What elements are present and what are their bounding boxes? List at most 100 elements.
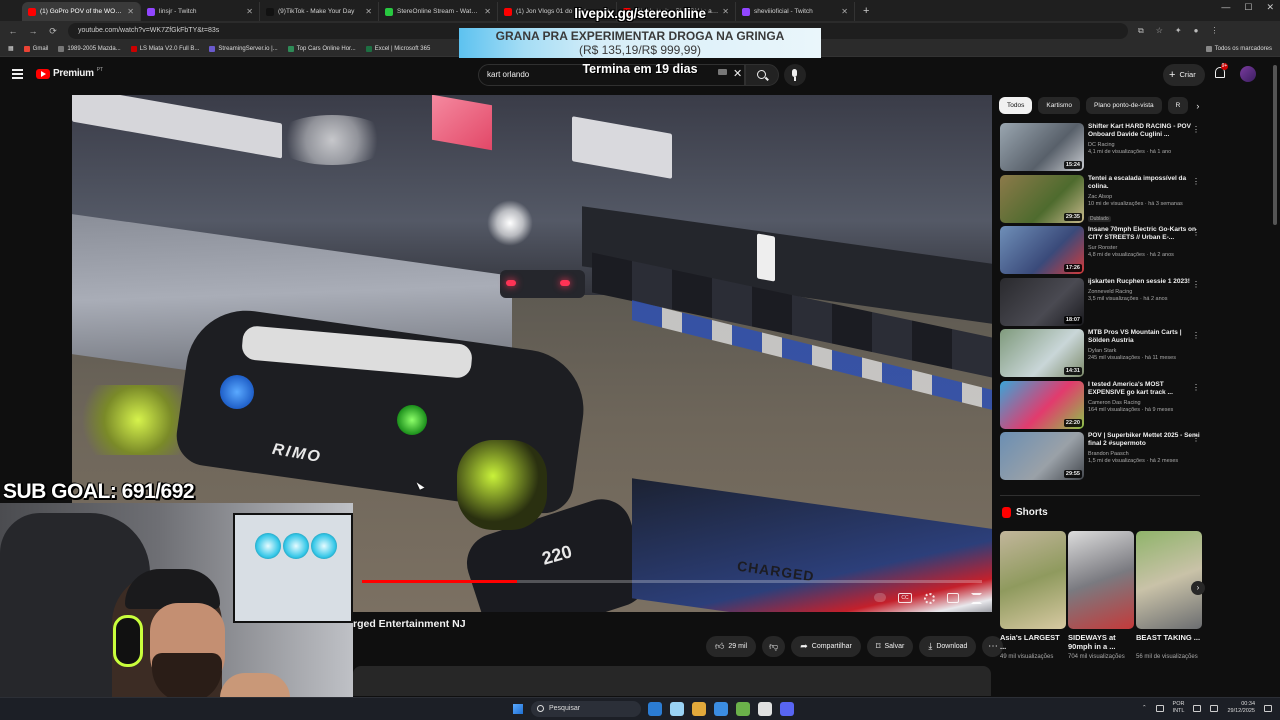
recommended-video[interactable]: 17:26 Insane 70mph Electric Go-Karts on C… <box>1000 226 1200 278</box>
forward-icon[interactable]: → <box>28 26 38 36</box>
browser-tab[interactable]: StereOnline Stream - Watch Li ✕ <box>379 2 498 21</box>
tab-close-icon[interactable]: ✕ <box>127 7 134 16</box>
channel-name[interactable]: Brandon Paasch <box>1088 451 1200 457</box>
browser-tab[interactable]: (9)TikTok - Make Your Day ✕ <box>260 2 379 21</box>
video-thumbnail[interactable]: 29:35 <box>1000 174 1084 223</box>
maximize-icon[interactable]: ☐ <box>1244 2 1252 13</box>
like-button[interactable]: 👍︎ 29 mil <box>706 636 757 657</box>
recommended-video[interactable]: 14:31 MTB Pros VS Mountain Carts | Sölden… <box>1000 329 1200 381</box>
channel-name[interactable]: Cameron Das Racing <box>1088 400 1200 406</box>
bookmark-item[interactable]: LS Miata V2.0 Full B... <box>130 45 199 52</box>
bookmark-item[interactable]: Gmail <box>23 45 48 52</box>
bookmark-item[interactable]: StreamingServer.io |... <box>209 45 278 52</box>
video-thumbnail[interactable]: 29:55 <box>1000 432 1084 480</box>
language-indicator[interactable]: POR INTL <box>1173 701 1185 715</box>
video-title[interactable]: Shifter Kart HARD RACING - POV Onboard D… <box>1088 123 1200 139</box>
video-title[interactable]: Tentei a escalada impossível da colina. <box>1088 175 1200 191</box>
back-icon[interactable]: ← <box>8 26 18 36</box>
autoplay-toggle[interactable] <box>874 593 886 602</box>
page-scrollbar[interactable] <box>1273 65 1277 225</box>
download-button[interactable]: ⤓ Download <box>919 636 977 657</box>
avatar[interactable] <box>1240 66 1256 82</box>
taskbar-app-icon[interactable] <box>648 702 662 716</box>
taskbar-app-icon[interactable] <box>780 702 794 716</box>
tab-close-icon[interactable]: ✕ <box>246 7 253 16</box>
video-title[interactable]: MTB Pros VS Mountain Carts | Sölden Aust… <box>1088 329 1200 345</box>
video-thumbnail[interactable]: 18:07 <box>1000 277 1084 326</box>
notification-center-icon[interactable] <box>1264 704 1272 712</box>
save-button[interactable]: ⌑ Salvar <box>866 636 914 657</box>
channel-name[interactable]: DC Racing <box>1088 142 1200 148</box>
bookmark-star-icon[interactable]: ☆ <box>1156 26 1163 36</box>
channel-name[interactable]: rged Entertainment NJ <box>353 618 466 630</box>
network-icon[interactable] <box>1155 704 1164 712</box>
theater-mode-icon[interactable] <box>947 593 959 603</box>
browser-tab[interactable]: (1) GoPro POV of the WORLD'S✕ <box>22 2 141 21</box>
recommended-video[interactable]: 22:20 I tested America's MOST EXPENSIVE g… <box>1000 380 1200 433</box>
filter-chip[interactable]: Kartismo <box>1038 97 1081 114</box>
tab-close-icon[interactable]: ✕ <box>365 7 372 16</box>
chevron-right-icon[interactable]: › <box>1196 101 1199 111</box>
taskbar-app-icon[interactable] <box>692 702 706 716</box>
bookmark-item[interactable]: Todos os marcadores <box>1205 45 1272 52</box>
more-options-icon[interactable]: ⋮ <box>1192 125 1200 134</box>
filter-chip[interactable]: Plano ponto-de-vista <box>1086 97 1162 114</box>
volume-icon[interactable] <box>1210 704 1219 712</box>
video-title[interactable]: I tested America's MOST EXPENSIVE go kar… <box>1088 381 1200 397</box>
taskbar-app-icon[interactable] <box>670 702 684 716</box>
recommended-video[interactable]: 15:24 Shifter Kart HARD RACING - POV Onbo… <box>1000 123 1200 175</box>
bookmark-item[interactable]: Excel | Microsoft 365 <box>365 45 430 52</box>
more-options-icon[interactable]: ⋮ <box>1192 228 1200 237</box>
taskbar-search[interactable]: Pesquisar <box>531 701 641 717</box>
tab-close-icon[interactable]: ✕ <box>841 7 848 16</box>
recommended-video[interactable]: 29:35 Tentei a escalada impossível da col… <box>1000 174 1200 227</box>
settings-icon[interactable] <box>924 593 935 604</box>
filter-chip[interactable]: R <box>1167 97 1189 114</box>
share-button[interactable]: ➦ Compartilhar <box>791 636 861 657</box>
short-title[interactable]: Asia's LARGEST ... <box>1000 633 1066 651</box>
more-options-icon[interactable]: ⋮ <box>1192 434 1200 443</box>
description-box[interactable] <box>353 666 991 696</box>
video-thumbnail[interactable]: 17:26 <box>1000 226 1084 274</box>
video-title[interactable]: POV | Superbiker Mettet 2025 - Semi fina… <box>1088 432 1200 448</box>
taskbar-app-icon[interactable] <box>714 702 728 716</box>
channel-name[interactable]: Zac Alsop <box>1088 194 1200 200</box>
recommended-video[interactable]: 29:55 POV | Superbiker Mettet 2025 - Semi… <box>1000 432 1200 484</box>
menu-icon[interactable] <box>12 69 23 79</box>
tab-close-icon[interactable]: ✕ <box>484 7 491 16</box>
more-options-icon[interactable]: ⋮ <box>1192 177 1200 186</box>
reload-icon[interactable]: ⟳ <box>48 26 58 37</box>
bookmark-item[interactable]: 1989-2005 Mazda... <box>58 45 121 52</box>
short-item[interactable]: BEAST TAKING ... 56 mil de visualizações <box>1136 531 1202 660</box>
short-item[interactable]: SIDEWAYS at 90mph in a ... 704 mil visual… <box>1068 531 1134 660</box>
extensions-icon[interactable]: ✦ <box>1175 26 1182 36</box>
video-thumbnail[interactable]: 15:24 <box>1000 123 1084 171</box>
browser-menu-icon[interactable]: ⋮ <box>1210 26 1218 36</box>
channel-name[interactable]: Zonneveld Racing <box>1088 289 1200 295</box>
more-options-icon[interactable]: ⋮ <box>1192 331 1200 340</box>
minimize-icon[interactable]: — <box>1221 2 1230 13</box>
short-title[interactable]: BEAST TAKING ... <box>1136 633 1202 651</box>
youtube-logo[interactable]: Premium PT <box>36 67 103 79</box>
install-icon[interactable]: ⧉ <box>1138 26 1144 36</box>
apps-grid-icon[interactable]: ▦ <box>8 45 14 52</box>
short-title[interactable]: SIDEWAYS at 90mph in a ... <box>1068 633 1134 651</box>
wifi-icon[interactable] <box>1193 704 1202 712</box>
video-title[interactable]: Insane 70mph Electric Go-Karts on CITY S… <box>1088 226 1200 242</box>
bookmark-item[interactable]: Top Cars Online Hor... <box>287 45 356 52</box>
dislike-button[interactable]: 👎︎ <box>762 636 786 657</box>
close-window-icon[interactable]: ✕ <box>1266 2 1274 13</box>
create-button[interactable]: + Criar <box>1163 64 1205 86</box>
short-thumbnail[interactable] <box>1068 531 1134 629</box>
video-title[interactable]: ijskarten Rucphen sessie 1 2023! <box>1088 278 1200 286</box>
recommended-video[interactable]: 18:07 ijskarten Rucphen sessie 1 2023! Zon… <box>1000 277 1200 330</box>
clock[interactable]: 00:34 29/12/2025 <box>1227 701 1255 715</box>
subtitles-icon[interactable]: CC <box>898 593 912 603</box>
short-item[interactable]: Asia's LARGEST ... 49 mil visualizações <box>1000 531 1066 660</box>
taskbar-app-icon[interactable] <box>758 702 772 716</box>
fullscreen-icon[interactable] <box>971 593 982 604</box>
channel-name[interactable]: Dylan Stark <box>1088 348 1200 354</box>
chevron-up-icon[interactable]: ⌃ <box>1142 705 1147 711</box>
video-progress-bar[interactable] <box>362 580 982 583</box>
short-thumbnail[interactable] <box>1000 531 1066 629</box>
